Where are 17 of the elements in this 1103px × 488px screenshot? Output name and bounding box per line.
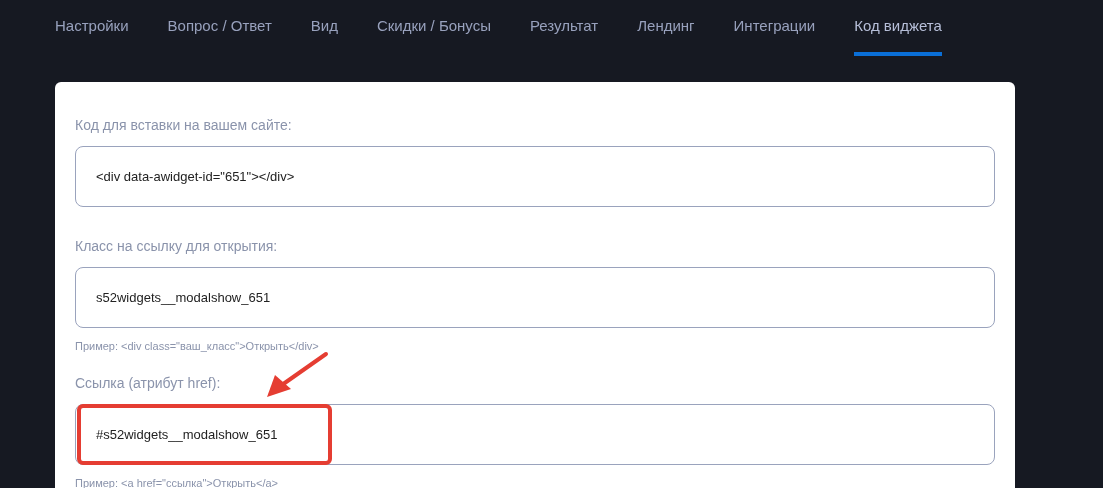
field-label: Класс на ссылку для открытия:	[75, 237, 279, 256]
tab[interactable]: Результат	[530, 15, 599, 56]
tab[interactable]: Вопрос / Ответ	[167, 15, 272, 56]
tab[interactable]: Настройки	[55, 15, 129, 56]
input-field[interactable]: <div data-awidget-id="651"></div>	[75, 146, 995, 207]
tab[interactable]: Интеграции	[733, 15, 816, 56]
input-field[interactable]: #s52widgets__modalshow_651	[75, 403, 995, 465]
field-label: Код для вставки на вашем сайте:	[75, 116, 293, 135]
hint-text: Пример: <div class="ваш_класс">Открыть</div>	[75, 339, 320, 354]
tab[interactable]: Лендинг	[637, 15, 695, 56]
tab[interactable]: Скидки / Бонусы	[376, 15, 491, 56]
tab[interactable]: Код виджета	[854, 15, 942, 56]
tab[interactable]: Вид	[310, 15, 338, 56]
input-field[interactable]: s52widgets__modalshow_651	[75, 267, 995, 328]
field-label: Ссылка (атрибут href):	[75, 373, 222, 393]
arrow-annotation	[267, 351, 328, 397]
hint-text: Пример: <a href="ссылка">Открыть</a>	[75, 475, 279, 488]
